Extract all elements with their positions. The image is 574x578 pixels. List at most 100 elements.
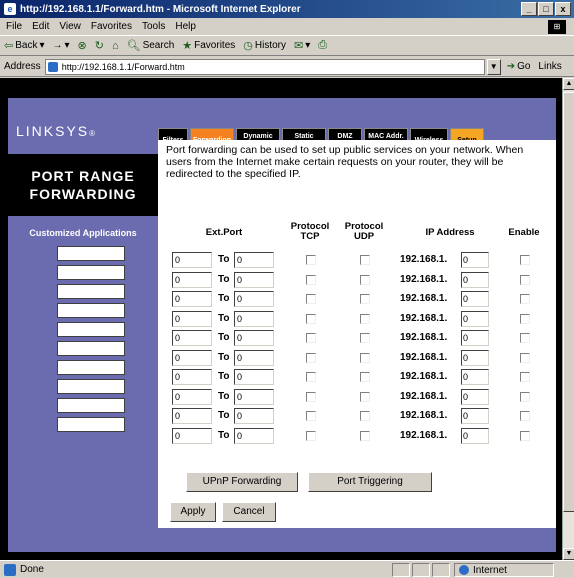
application-name-input[interactable]: [57, 341, 125, 356]
links-button[interactable]: Links: [538, 61, 561, 72]
favorites-button[interactable]: ★ Favorites: [182, 39, 235, 52]
port-from-input[interactable]: [172, 330, 212, 346]
ip-last-octet-input[interactable]: [461, 408, 489, 424]
vertical-scrollbar[interactable]: ▲ ▼: [562, 78, 574, 560]
application-name-input[interactable]: [57, 284, 125, 299]
tcp-checkbox[interactable]: [306, 372, 316, 382]
tcp-checkbox[interactable]: [306, 255, 316, 265]
application-name-input[interactable]: [57, 360, 125, 375]
scroll-thumb[interactable]: [563, 92, 574, 512]
port-from-input[interactable]: [172, 252, 212, 268]
ip-last-octet-input[interactable]: [461, 388, 489, 405]
port-to-input[interactable]: [234, 388, 274, 405]
port-to-input[interactable]: [234, 408, 274, 424]
udp-checkbox[interactable]: [360, 255, 370, 265]
menu-favorites[interactable]: Favorites: [91, 21, 132, 32]
port-to-input[interactable]: [234, 291, 274, 307]
port-to-input[interactable]: [234, 349, 274, 366]
close-button[interactable]: x: [555, 2, 571, 16]
port-from-input[interactable]: [172, 427, 212, 444]
udp-checkbox[interactable]: [360, 352, 370, 363]
udp-checkbox[interactable]: [360, 391, 370, 402]
address-input[interactable]: http://192.168.1.1/Forward.htm: [44, 58, 485, 75]
ip-last-octet-input[interactable]: [461, 427, 489, 444]
udp-checkbox[interactable]: [360, 430, 370, 441]
enable-checkbox[interactable]: [520, 333, 530, 343]
port-from-input[interactable]: [172, 408, 212, 424]
minimize-button[interactable]: _: [521, 2, 537, 16]
scroll-down-icon[interactable]: ▼: [563, 548, 574, 560]
home-button[interactable]: ⌂: [112, 40, 119, 52]
history-button[interactable]: ◷ History: [243, 39, 286, 52]
udp-checkbox[interactable]: [360, 313, 370, 324]
application-name-input[interactable]: [57, 398, 125, 413]
ip-last-octet-input[interactable]: [461, 369, 489, 385]
enable-checkbox[interactable]: [520, 372, 530, 382]
print-button[interactable]: ⎙: [318, 39, 327, 52]
port-from-input[interactable]: [172, 271, 212, 288]
port-to-input[interactable]: [234, 310, 274, 327]
udp-checkbox[interactable]: [360, 372, 370, 382]
scroll-up-icon[interactable]: ▲: [563, 78, 574, 90]
tcp-checkbox[interactable]: [306, 411, 316, 421]
port-from-input[interactable]: [172, 349, 212, 366]
application-name-input[interactable]: [57, 417, 125, 432]
tcp-checkbox[interactable]: [306, 333, 316, 343]
application-name-input[interactable]: [57, 322, 125, 337]
udp-checkbox[interactable]: [360, 274, 370, 285]
enable-checkbox[interactable]: [520, 255, 530, 265]
go-button[interactable]: ➔ Go: [507, 61, 531, 72]
port-from-input[interactable]: [172, 369, 212, 385]
tcp-checkbox[interactable]: [306, 391, 316, 402]
search-button[interactable]: 🔍︎ Search: [127, 39, 175, 52]
mail-button[interactable]: ✉ ▾: [294, 39, 310, 52]
port-to-input[interactable]: [234, 369, 274, 385]
application-name-input[interactable]: [57, 246, 125, 261]
enable-checkbox[interactable]: [520, 313, 530, 324]
udp-checkbox[interactable]: [360, 333, 370, 343]
maximize-button[interactable]: □: [538, 2, 554, 16]
ip-last-octet-input[interactable]: [461, 252, 489, 268]
ip-last-octet-input[interactable]: [461, 291, 489, 307]
menu-view[interactable]: View: [59, 21, 81, 32]
ip-last-octet-input[interactable]: [461, 271, 489, 288]
enable-checkbox[interactable]: [520, 430, 530, 441]
ip-last-octet-input[interactable]: [461, 349, 489, 366]
port-triggering-button[interactable]: Port Triggering: [308, 472, 432, 492]
enable-checkbox[interactable]: [520, 352, 530, 363]
menu-file[interactable]: File: [6, 21, 22, 32]
port-to-input[interactable]: [234, 252, 274, 268]
tcp-checkbox[interactable]: [306, 313, 316, 324]
tcp-checkbox[interactable]: [306, 352, 316, 363]
menu-help[interactable]: Help: [175, 21, 196, 32]
port-to-input[interactable]: [234, 330, 274, 346]
enable-checkbox[interactable]: [520, 274, 530, 285]
port-from-input[interactable]: [172, 310, 212, 327]
application-name-input[interactable]: [57, 303, 125, 318]
port-to-input[interactable]: [234, 427, 274, 444]
ip-last-octet-input[interactable]: [461, 330, 489, 346]
enable-checkbox[interactable]: [520, 411, 530, 421]
back-button[interactable]: ⇦ Back ▾: [4, 39, 44, 52]
udp-checkbox[interactable]: [360, 411, 370, 421]
tcp-checkbox[interactable]: [306, 294, 316, 304]
forward-button[interactable]: → ▾: [52, 40, 69, 51]
enable-checkbox[interactable]: [520, 294, 530, 304]
enable-checkbox[interactable]: [520, 391, 530, 402]
apply-button[interactable]: Apply: [170, 502, 216, 522]
udp-checkbox[interactable]: [360, 294, 370, 304]
upnp-forwarding-button[interactable]: UPnP Forwarding: [186, 472, 298, 492]
stop-button[interactable]: ⊗: [78, 39, 87, 52]
refresh-button[interactable]: ↻: [95, 39, 104, 52]
application-name-input[interactable]: [57, 379, 125, 394]
ip-last-octet-input[interactable]: [461, 310, 489, 327]
application-name-input[interactable]: [57, 265, 125, 280]
address-dropdown-icon[interactable]: ▼: [486, 58, 501, 75]
tcp-checkbox[interactable]: [306, 430, 316, 441]
cancel-button[interactable]: Cancel: [222, 502, 276, 522]
port-to-input[interactable]: [234, 271, 274, 288]
port-from-input[interactable]: [172, 291, 212, 307]
menu-edit[interactable]: Edit: [32, 21, 49, 32]
port-from-input[interactable]: [172, 388, 212, 405]
menu-tools[interactable]: Tools: [142, 21, 165, 32]
